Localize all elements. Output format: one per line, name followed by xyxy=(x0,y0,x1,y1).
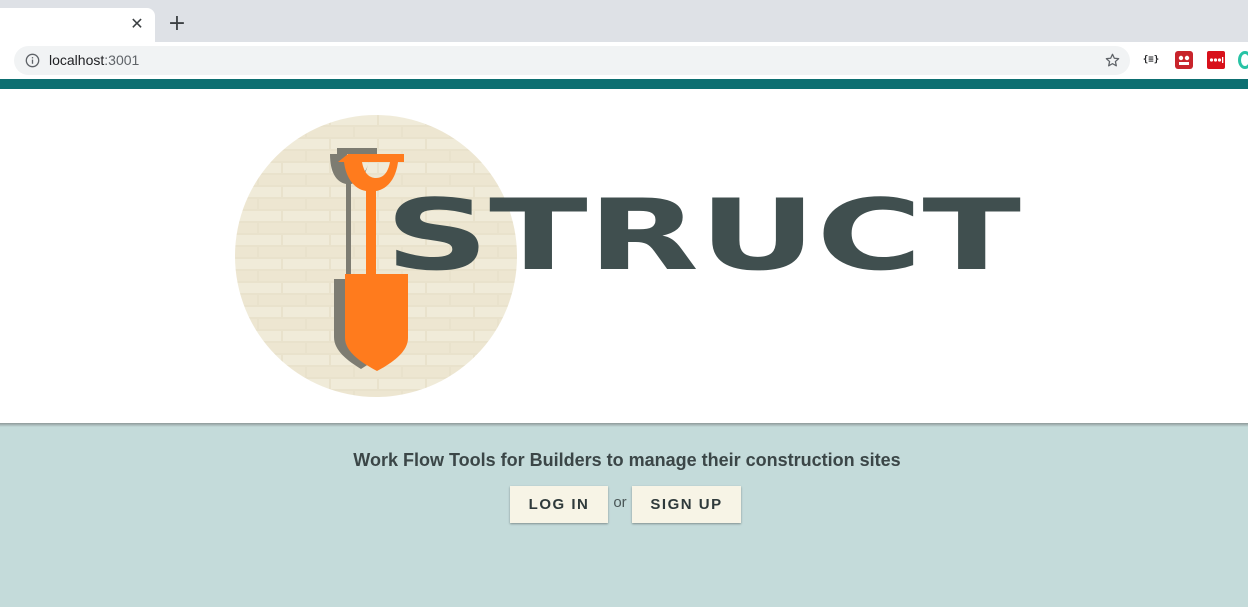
address-bar[interactable]: localhost:3001 xyxy=(14,46,1130,75)
url-text: localhost:3001 xyxy=(49,52,139,69)
url-port: :3001 xyxy=(104,52,140,68)
green-ring-extension-icon[interactable] xyxy=(1238,51,1248,69)
tagline: Work Flow Tools for Builders to manage t… xyxy=(353,450,901,470)
lastpass-icon[interactable] xyxy=(1207,51,1225,69)
new-tab-icon[interactable]: + xyxy=(165,13,189,37)
url-host: localhost xyxy=(49,52,105,68)
brand-wordmark: STRUCT xyxy=(385,179,1021,293)
json-formatter-icon[interactable]: {≡} xyxy=(1142,51,1160,69)
bookmark-star-icon[interactable] xyxy=(1104,52,1121,69)
signup-button[interactable]: SIGN UP xyxy=(632,486,741,523)
struct-logo: STRUCT xyxy=(235,115,1021,397)
info-icon[interactable] xyxy=(25,53,40,68)
browser-tab-strip: ✕ + xyxy=(0,0,1248,42)
close-tab-icon[interactable]: ✕ xyxy=(128,15,146,33)
login-button[interactable]: LOG IN xyxy=(510,486,608,523)
or-separator: or xyxy=(613,494,627,511)
browser-toolbar: localhost:3001 {≡} xyxy=(0,42,1248,79)
accent-bar xyxy=(0,79,1248,89)
hero-shadow-divider xyxy=(0,423,1248,427)
browser-tab[interactable]: ✕ xyxy=(0,8,155,42)
red-extension-icon[interactable] xyxy=(1175,51,1193,69)
